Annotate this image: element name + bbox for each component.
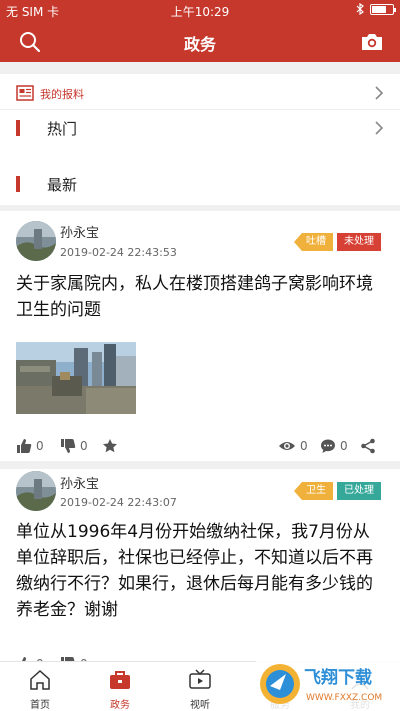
page-title: 政务	[183, 35, 216, 54]
chevron-right-icon	[375, 121, 384, 135]
watermark-url: WWW.FXXZ.COM	[306, 693, 382, 703]
watermark-logo: 飞翔下载 WWW.FXXZ.COM	[256, 656, 400, 711]
briefcase-icon	[110, 671, 130, 689]
status-badge: 未处理	[337, 233, 381, 251]
divider	[0, 461, 400, 469]
section-marker	[16, 176, 20, 192]
avatar[interactable]	[16, 221, 56, 261]
share-button[interactable]	[360, 438, 376, 454]
tab-label: 视听	[190, 700, 210, 711]
author-name: 孙永宝	[60, 477, 100, 492]
my-report-label: 我的报料	[40, 88, 84, 101]
battery-icon	[370, 3, 396, 15]
comment-count: 0	[340, 439, 348, 453]
tab-home[interactable]: 首页	[0, 662, 80, 711]
nav-bar: 政务	[0, 20, 400, 62]
star-icon	[103, 439, 117, 453]
post-text[interactable]: 关于家属院内，私人在楼顶搭建鸽子窝影响环境卫生的问题	[16, 271, 386, 323]
battery-fill	[372, 5, 386, 13]
post-photo[interactable]	[16, 342, 136, 414]
avatar[interactable]	[16, 471, 56, 511]
latest-section-row: 最新	[0, 164, 400, 204]
category-tag: 卫生	[294, 482, 333, 500]
clock: 上午10:29	[170, 5, 230, 19]
latest-label: 最新	[47, 176, 78, 194]
avatar-image	[16, 221, 56, 261]
tab-media[interactable]: 视听	[160, 662, 240, 711]
watermark-title: 飞翔下载	[304, 667, 372, 688]
my-report-row[interactable]: 我的报料	[0, 76, 400, 110]
dislike-button[interactable]: 0	[60, 438, 88, 454]
home-icon	[30, 669, 50, 690]
like-button[interactable]: 0	[16, 438, 44, 454]
post-card[interactable]: 孙永宝 2019-02-24 22:43:53 吐槽 未处理 关于家属院内，私人…	[0, 211, 400, 461]
thumbs-up-icon	[17, 439, 32, 453]
post-actions: 0 0 0 0	[0, 435, 400, 459]
section-marker	[16, 120, 20, 136]
views: 0	[278, 438, 308, 454]
newspaper-icon	[16, 85, 34, 101]
dislike-count: 0	[80, 439, 88, 453]
hot-label: 热门	[47, 120, 78, 138]
share-icon	[361, 438, 375, 454]
avatar-image	[16, 471, 56, 511]
status-badge: 已处理	[337, 482, 381, 500]
tab-label: 政务	[110, 700, 130, 711]
like-count: 0	[36, 439, 44, 453]
category-tag: 吐槽	[294, 233, 333, 251]
comment-icon	[321, 439, 335, 453]
camera-icon[interactable]	[360, 30, 384, 54]
author-name: 孙永宝	[60, 226, 100, 241]
post-card[interactable]: 孙永宝 2019-02-24 22:43:07 卫生 已处理 单位从1996年4…	[0, 469, 400, 671]
hot-section-row[interactable]: 热门	[0, 108, 400, 148]
status-icons	[356, 3, 396, 15]
post-time: 2019-02-24 22:43:53	[60, 246, 177, 259]
tv-icon	[189, 669, 211, 689]
comment-button[interactable]: 0	[320, 438, 348, 454]
spacer	[0, 62, 400, 74]
eye-icon	[279, 442, 295, 450]
post-photo-image	[16, 342, 136, 414]
favorite-button[interactable]	[102, 438, 118, 454]
post-time: 2019-02-24 22:43:07	[60, 496, 177, 509]
bluetooth-icon	[356, 3, 364, 15]
tab-government[interactable]: 政务	[80, 662, 160, 711]
chevron-right-icon	[375, 86, 384, 100]
view-count: 0	[300, 439, 308, 453]
tab-label: 首页	[30, 700, 50, 711]
thumbs-down-icon	[61, 439, 76, 453]
post-text[interactable]: 单位从1996年4月份开始缴纳社保，我7月份从单位辞职后，社保也已经停止，不知道…	[16, 519, 386, 623]
status-bar: 无 SIM 卡 上午10:29	[0, 0, 400, 20]
